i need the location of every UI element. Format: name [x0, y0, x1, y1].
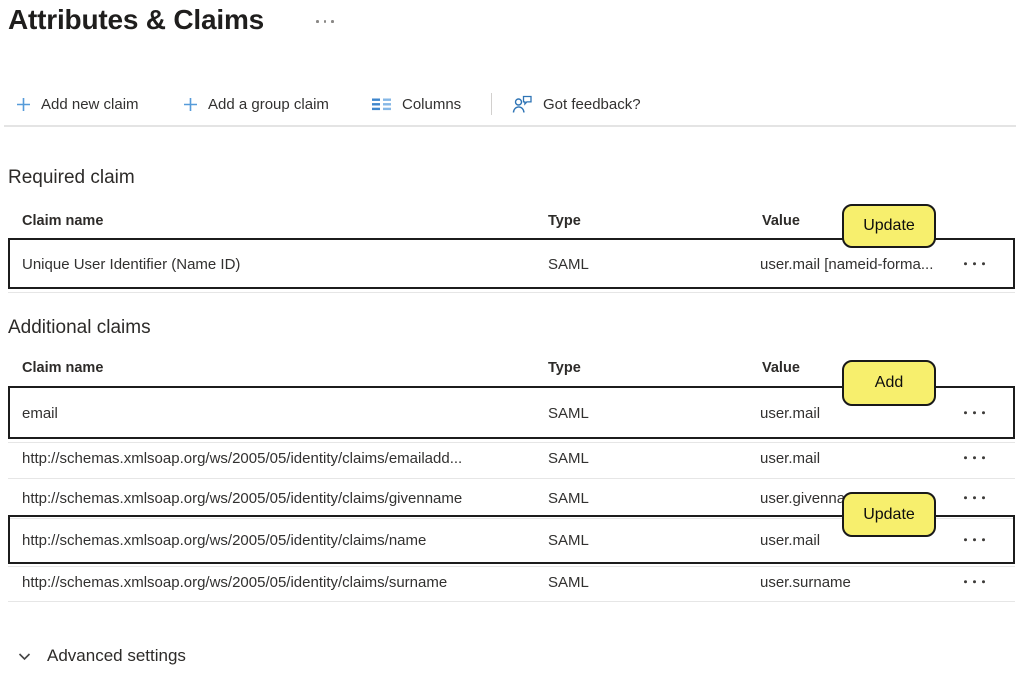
column-header-claim-name: Claim name	[22, 213, 104, 229]
add-group-claim-label: Add a group claim	[208, 95, 329, 113]
column-header-type: Type	[548, 213, 581, 229]
cell-value: user.surname	[760, 573, 851, 591]
chevron-down-icon	[18, 652, 31, 660]
cell-type: SAML	[548, 531, 589, 549]
page-title: Attributes & Claims	[8, 4, 265, 35]
advanced-settings-label: Advanced settings	[47, 646, 186, 665]
cell-type: SAML	[548, 404, 589, 422]
got-feedback-button[interactable]: Got feedback?	[512, 88, 641, 120]
additional-claims-heading: Additional claims	[8, 317, 151, 338]
cell-claim-name: http://schemas.xmlsoap.org/ws/2005/05/id…	[22, 449, 463, 467]
plus-icon	[17, 97, 30, 111]
columns-label: Columns	[402, 95, 462, 113]
column-header-value: Value	[762, 360, 800, 376]
cell-claim-name: http://schemas.xmlsoap.org/ws/2005/05/id…	[22, 531, 427, 549]
annotation-sticker-update-additional: Update	[842, 492, 936, 537]
cell-claim-name: http://schemas.xmlsoap.org/ws/2005/05/id…	[22, 573, 448, 591]
annotation-sticker-add: Add	[842, 360, 936, 406]
cell-type: SAML	[548, 449, 589, 467]
annotation-sticker-update-required: Update	[842, 204, 936, 248]
add-group-claim-button[interactable]: Add a group claim	[183, 88, 329, 120]
advanced-settings-toggle[interactable]: Advanced settings	[16, 642, 186, 670]
attributes-claims-page: Attributes & Claims Add new claim Add a …	[0, 0, 1024, 673]
row-more-options-icon[interactable]	[960, 532, 989, 547]
cell-value: user.mail	[760, 531, 821, 549]
column-header-claim-name: Claim name	[22, 360, 104, 376]
got-feedback-label: Got feedback?	[543, 95, 641, 113]
toolbar-separator	[4, 125, 1016, 127]
claim-row-surname[interactable]: http://schemas.xmlsoap.org/ws/2005/05/id…	[8, 562, 1015, 602]
columns-button[interactable]: Columns	[372, 88, 461, 120]
claim-row-emailaddress[interactable]: http://schemas.xmlsoap.org/ws/2005/05/id…	[8, 438, 1015, 478]
cell-type: SAML	[548, 255, 589, 273]
add-new-claim-label: Add new claim	[41, 95, 139, 113]
feedback-icon	[512, 95, 532, 113]
row-more-options-icon[interactable]	[960, 490, 989, 505]
cell-type: SAML	[548, 573, 589, 591]
cell-value: user.mail	[760, 404, 821, 422]
column-header-type: Type	[548, 360, 581, 376]
plus-icon	[184, 97, 197, 111]
row-more-options-icon[interactable]	[960, 574, 989, 589]
row-more-options-icon[interactable]	[960, 450, 989, 465]
cell-claim-name: email	[22, 404, 58, 422]
columns-icon	[372, 98, 391, 110]
title-more-options-icon[interactable]	[316, 20, 334, 23]
column-header-value: Value	[762, 213, 800, 229]
required-claim-heading: Required claim	[8, 167, 135, 188]
toolbar-divider	[491, 93, 492, 115]
cell-type: SAML	[548, 489, 589, 507]
cell-claim-name: http://schemas.xmlsoap.org/ws/2005/05/id…	[22, 489, 463, 507]
cell-claim-name: Unique User Identifier (Name ID)	[22, 255, 241, 273]
row-separator	[8, 601, 1015, 602]
row-more-options-icon[interactable]	[960, 256, 989, 271]
row-separator	[8, 292, 1015, 293]
add-new-claim-button[interactable]: Add new claim	[16, 88, 139, 120]
row-more-options-icon[interactable]	[960, 405, 989, 420]
cell-value: user.mail	[760, 449, 821, 467]
